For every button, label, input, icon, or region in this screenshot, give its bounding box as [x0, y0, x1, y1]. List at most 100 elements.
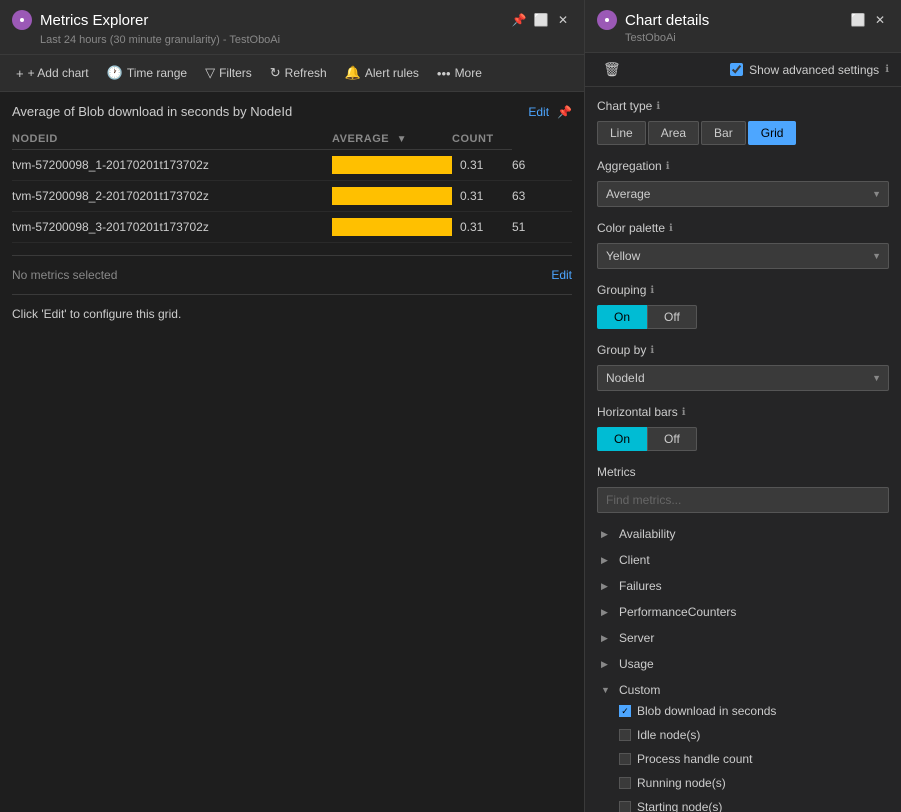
chart-type-line-button[interactable]: Line [597, 121, 646, 145]
cell-avg: 0.31 [452, 181, 512, 212]
cell-nodeid: tvm-57200098_2-20170201t173702z [12, 181, 332, 212]
chart-type-area-button[interactable]: Area [648, 121, 699, 145]
horizontal-bars-section: Horizontal bars ℹ OnOff [597, 405, 889, 451]
chart-type-bar-button[interactable]: Bar [701, 121, 746, 145]
tree-item-custom[interactable]: ▼ Custom [597, 681, 889, 699]
tree-item: ▶Failures [597, 573, 889, 599]
tree-item-availability[interactable]: ▶Availability [597, 525, 889, 543]
grouping-help-icon: ℹ [650, 285, 654, 296]
group-by-help-icon: ℹ [650, 345, 654, 356]
tree-item-usage[interactable]: ▶Usage [597, 655, 889, 673]
window-controls: 📌 ⬜ ✕ [510, 11, 572, 29]
checkbox-icon [619, 753, 631, 765]
show-advanced-label[interactable]: Show advanced settings [749, 63, 879, 77]
chart-type-grid-button[interactable]: Grid [748, 121, 797, 145]
show-advanced-checkbox[interactable] [730, 63, 743, 76]
close-btn[interactable]: ✕ [554, 11, 572, 29]
tree-item-performancecounters[interactable]: ▶ PerformanceCounters [597, 603, 889, 621]
left-panel: Metrics Explorer 📌 ⬜ ✕ Last 24 hours (30… [0, 0, 585, 812]
aggregation-help-icon: ℹ [666, 161, 670, 172]
tree-child-item: Starting node(s) [615, 795, 889, 812]
right-maximize-btn[interactable]: ⬜ [849, 11, 867, 29]
checkbox-icon: ✓ [619, 705, 631, 717]
horizontal-bars-toggle: OnOff [597, 427, 889, 451]
right-header: Chart details ⬜ ✕ TestOboAi [585, 0, 901, 53]
expand-icon: ▶ [601, 607, 613, 618]
help-icon: ℹ [885, 64, 889, 75]
maximize-btn[interactable]: ⬜ [532, 11, 550, 29]
click-edit-hint: Click 'Edit' to configure this grid. [12, 307, 572, 321]
delete-button[interactable]: 🗑 [597, 59, 627, 80]
tree-item: ▶Usage [597, 651, 889, 677]
group-by-section: Group by ℹ NodeIdNone [597, 343, 889, 391]
left-toolbar: + + Add chart 🕐 Time range ▽ Filters ↻ R… [0, 55, 584, 92]
tree-item-label-text: Client [619, 553, 650, 567]
chart-type-label: Chart type ℹ [597, 99, 889, 113]
more-icon: ••• [437, 66, 451, 81]
tree-child-item: Idle node(s) [615, 723, 889, 747]
metrics-label: Metrics [597, 465, 889, 479]
chart2-edit-button[interactable]: Edit [551, 268, 572, 282]
bell-icon: 🔔 [345, 65, 361, 81]
color-palette-help-icon: ℹ [669, 223, 673, 234]
aggregation-select-wrapper: AverageSumMinMaxCount [597, 181, 889, 207]
tree-item-failures[interactable]: ▶Failures [597, 577, 889, 595]
col-average[interactable]: AVERAGE ▼ [332, 129, 452, 150]
aggregation-section: Aggregation ℹ AverageSumMinMaxCount [597, 159, 889, 207]
tree-child-item: Process handle count [615, 747, 889, 771]
chart-section-1: Average of Blob download in seconds by N… [12, 104, 572, 243]
pin-btn[interactable]: 📌 [510, 11, 528, 29]
tree-child-starting-node(s)[interactable]: Starting node(s) [615, 798, 889, 812]
tree-item: ▶ Client [597, 547, 889, 573]
expand-icon: ▶ [601, 555, 613, 566]
divider-1 [12, 255, 572, 256]
right-subtitle: TestOboAi [625, 32, 889, 44]
color-palette-select[interactable]: YellowBlueGreenRedPurple [597, 243, 889, 269]
tree-item-server[interactable]: ▶Server [597, 629, 889, 647]
color-palette-section: Color palette ℹ YellowBlueGreenRedPurple [597, 221, 889, 269]
tree-child-item: ✓ Blob download in seconds [615, 699, 889, 723]
horizontal-bars-off-button[interactable]: Off [647, 427, 697, 451]
grouping-on-button[interactable]: On [597, 305, 647, 329]
cell-bar [332, 181, 452, 212]
alert-rules-button[interactable]: 🔔 Alert rules [337, 61, 427, 85]
time-range-button[interactable]: 🕐 Time range [99, 61, 195, 85]
aggregation-select[interactable]: AverageSumMinMaxCount [597, 181, 889, 207]
add-chart-button[interactable]: + + Add chart [8, 62, 97, 85]
collapse-icon: ▼ [601, 685, 613, 695]
tree-item-label-text: Custom [619, 683, 660, 697]
refresh-button[interactable]: ↻ Refresh [262, 61, 335, 85]
tree-child-label-text: Blob download in seconds [637, 704, 776, 718]
cell-count: 66 [512, 150, 572, 181]
group-by-label: Group by ℹ [597, 343, 889, 357]
cell-avg: 0.31 [452, 150, 512, 181]
tree-child-idle-node(s)[interactable]: Idle node(s) [615, 726, 889, 744]
tree-child-process-handle-count[interactable]: Process handle count [615, 750, 889, 768]
chart1-pin-icon: 📌 [557, 105, 572, 119]
more-button[interactable]: ••• More [429, 62, 490, 85]
cell-bar [332, 150, 452, 181]
cell-count: 63 [512, 181, 572, 212]
tree-item-label-text: PerformanceCounters [619, 605, 736, 619]
tree-item-label-text: Usage [619, 657, 654, 671]
tree-item: ▶ PerformanceCounters [597, 599, 889, 625]
tree-item-label-text: Server [619, 631, 654, 645]
filters-button[interactable]: ▽ Filters [197, 61, 260, 85]
sort-arrow-icon: ▼ [397, 134, 407, 145]
chart1-edit-button[interactable]: Edit [528, 105, 549, 119]
clock-icon: 🕐 [107, 65, 123, 81]
right-close-btn[interactable]: ✕ [871, 11, 889, 29]
table-row: tvm-57200098_2-20170201t173702z 0.31 63 [12, 181, 572, 212]
tree-item-client[interactable]: ▶ Client [597, 551, 889, 569]
tree-child-running-node(s)[interactable]: Running node(s) [615, 774, 889, 792]
metrics-search-input[interactable] [597, 487, 889, 513]
tree-child-label-text: Running node(s) [637, 776, 726, 790]
tree-item: ▶Server [597, 625, 889, 651]
chart1-header: Average of Blob download in seconds by N… [12, 104, 572, 119]
bar-visual [332, 218, 452, 236]
group-by-select[interactable]: NodeIdNone [597, 365, 889, 391]
grouping-off-button[interactable]: Off [647, 305, 697, 329]
tree-child-blob-download-in-seconds[interactable]: ✓ Blob download in seconds [615, 702, 889, 720]
cell-nodeid: tvm-57200098_3-20170201t173702z [12, 212, 332, 243]
horizontal-bars-on-button[interactable]: On [597, 427, 647, 451]
